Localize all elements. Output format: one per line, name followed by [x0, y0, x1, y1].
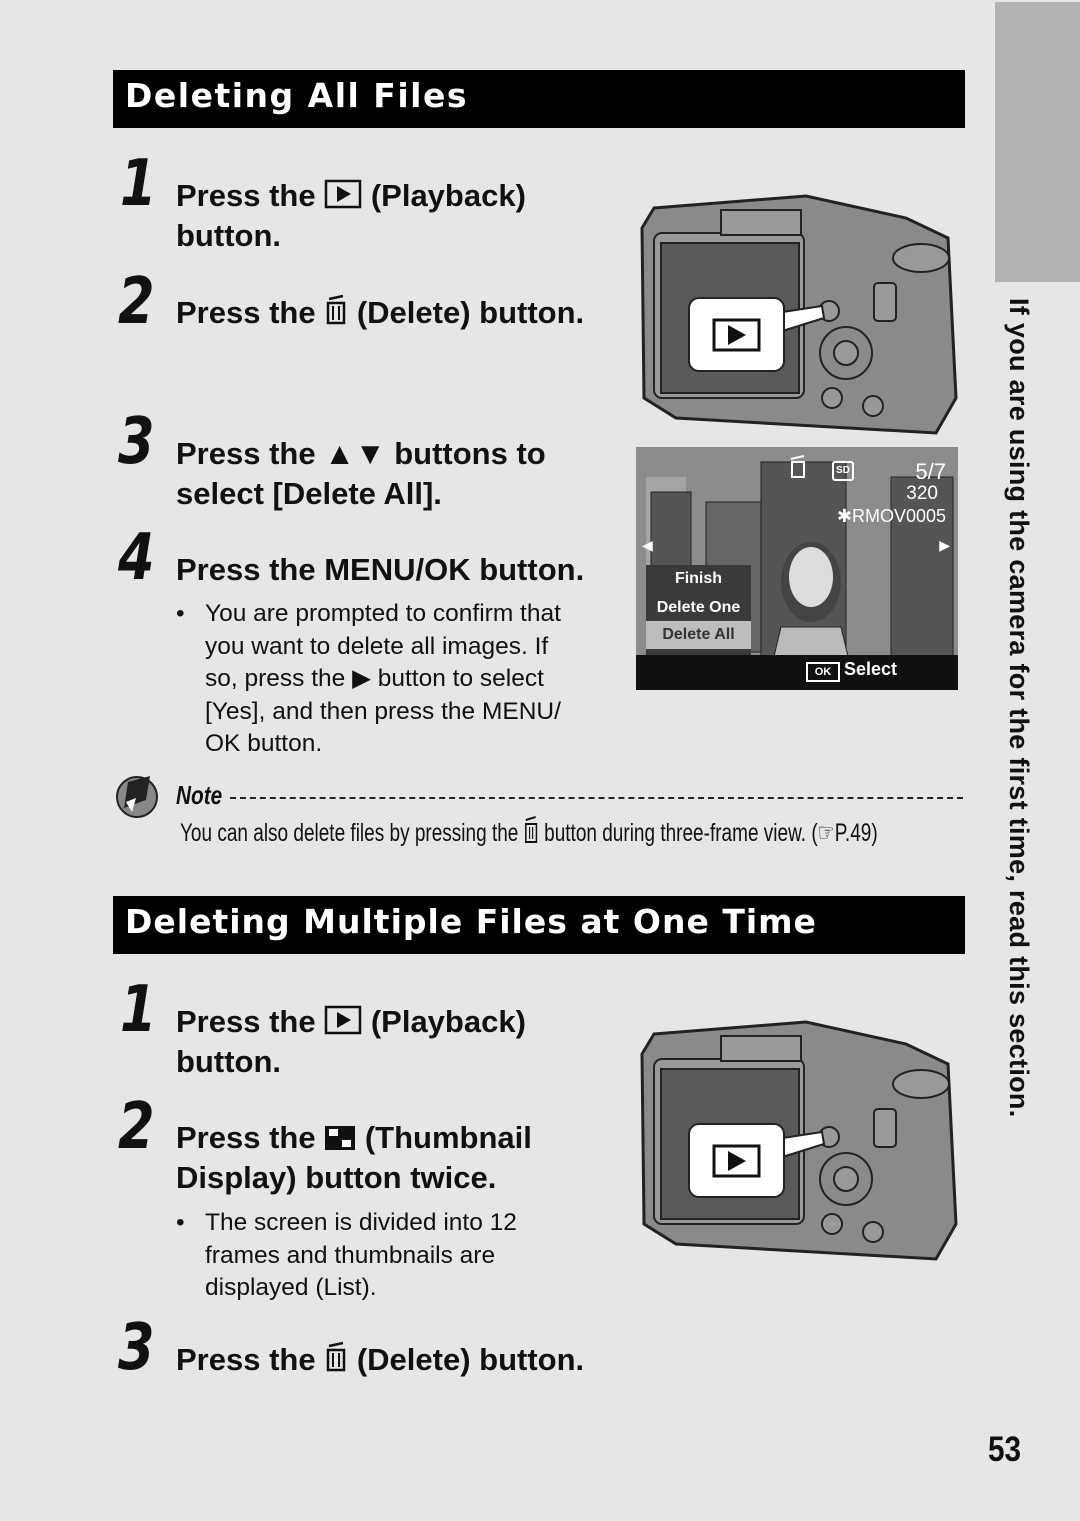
menu-item-finish[interactable]: Finish [646, 565, 751, 593]
chapter-tab [995, 2, 1080, 282]
section-heading-delete-all: Deleting All Files [113, 70, 965, 128]
step-number: 1 [120, 147, 157, 221]
frame-counter: 5/7 [915, 459, 946, 484]
note-divider [230, 797, 963, 799]
menu-item-delete-all[interactable]: Delete All [646, 621, 751, 649]
step-number: 3 [118, 1311, 155, 1385]
delete-icon [790, 455, 805, 478]
step-number: 3 [118, 405, 155, 479]
camera-illustration [640, 194, 958, 435]
note-icon [116, 776, 158, 818]
step-number: 2 [118, 265, 155, 339]
section-heading-delete-multiple: Deleting Multiple Files at One Time [113, 896, 965, 954]
page-reference-icon: ☞ [817, 819, 835, 847]
step-2-text: Press the (Delete) button. [176, 294, 585, 330]
page-reference-link[interactable]: P.49 [835, 819, 872, 847]
next-arrow-icon: ▶ [939, 537, 950, 553]
filename: ✱RMOV0005 [836, 506, 946, 526]
step-number: 4 [118, 521, 155, 595]
step-3-text: Press the ▲▼ buttons to select [Delete A… [176, 436, 546, 511]
bullet-dot: • [176, 1209, 185, 1236]
delete-icon [525, 816, 538, 843]
page-number: 53 [988, 1430, 1022, 1469]
step-number: 2 [118, 1090, 155, 1164]
note-label: Note [176, 780, 223, 810]
bullet-dot: • [176, 600, 185, 627]
delete-icon [326, 1341, 346, 1372]
image-size: 320 [906, 483, 938, 504]
step-3-text: Press the (Delete) button. [176, 1341, 585, 1377]
menu-item-delete-one[interactable]: Delete One [646, 594, 751, 622]
step-1-text: Press the (Playback) button. [176, 178, 526, 253]
step-number: 1 [120, 973, 157, 1047]
up-down-icon: ▲▼ [324, 436, 386, 471]
sd-card-icon: SD [832, 461, 854, 481]
step-2-bullet: • The screen is divided into 12 frames a… [176, 1209, 517, 1301]
select-hint: Select [844, 659, 898, 679]
step-4-bullet: • You are prompted to confirm that you w… [176, 600, 561, 757]
lcd-footer [636, 655, 958, 690]
note-text: You can also delete files by pressing th… [180, 816, 878, 848]
step-4-text: Press the MENU/OK button. [176, 552, 585, 587]
step-1-text: Press the (Playback) button. [176, 1004, 526, 1079]
chapter-side-text: If you are using the camera for the firs… [1004, 298, 1034, 1118]
delete-icon [326, 294, 346, 325]
prev-arrow-icon: ◀ [642, 537, 653, 553]
playback-icon [324, 179, 362, 209]
thumbnail-icon [325, 1126, 356, 1150]
camera-illustration [640, 1020, 958, 1261]
playback-icon [324, 1005, 362, 1035]
step-2-text: Press the (Thumbnail Display) button twi… [176, 1120, 532, 1195]
lcd-screen: SD 5/7 320 ✱RMOV0005 ◀ ▶ Finish Delete O… [636, 447, 958, 690]
ok-key-icon: OK [806, 662, 840, 682]
right-arrow-icon: ▶ [352, 665, 371, 692]
